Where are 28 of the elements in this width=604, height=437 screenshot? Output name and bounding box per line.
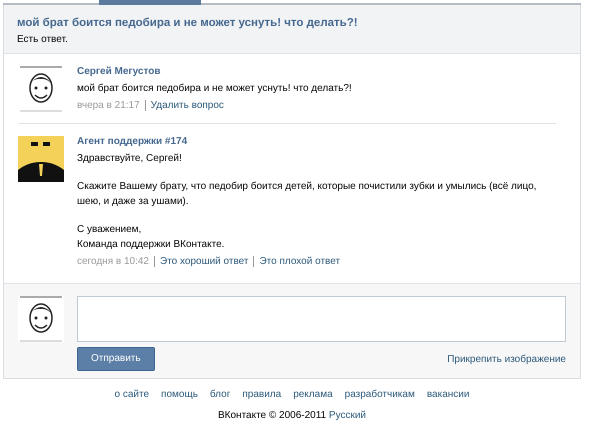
agent-avatar-icon [18, 136, 64, 182]
question-title: мой брат боится педобира и не может уснуть! что делать?! [17, 17, 359, 29]
message-text: Здравствуйте, Сергей! [77, 152, 183, 166]
footer-link[interactable]: реклама [293, 389, 333, 400]
message-text: Скажите Вашему брату, что педобир боится детей, которые почистили зубки и умылись (всё лицо, шею, и даже за ушами). [77, 180, 538, 209]
message-text: С уважением, Команда поддержки ВКонтакте. [77, 223, 226, 252]
language-link[interactable]: Русский [328, 410, 366, 421]
post-time: вчера в 21:17 [77, 100, 140, 111]
author-link[interactable]: Сергей Мегустов [77, 66, 566, 77]
attach-image-link[interactable]: Прикрепить изображение [447, 354, 566, 364]
send-button[interactable]: Отправить [77, 347, 155, 371]
footer-link[interactable]: правила [242, 389, 282, 400]
footer-link[interactable]: о сайте [114, 389, 150, 400]
footer-link[interactable]: разработчикам [344, 389, 415, 400]
post-time: сегодня в 10:42 [77, 256, 149, 267]
footer-link[interactable]: вакансии [426, 389, 470, 400]
copyright-text: ВКонтакте © 2006-2011 [218, 410, 326, 421]
action-link[interactable]: Удалить вопрос [144, 100, 224, 111]
reply-input-field[interactable] [77, 296, 566, 342]
avatar-icon [18, 66, 64, 112]
action-link[interactable]: Это хороший ответ [154, 256, 248, 267]
message-text: мой брат боится педобира и не может уснуть! что делать?! [77, 82, 353, 96]
footer-link[interactable]: помощь [161, 389, 198, 400]
question-status: Есть ответ. [17, 34, 69, 45]
footer-link[interactable]: блог [210, 389, 230, 400]
action-link[interactable]: Это плохой ответ [253, 256, 340, 267]
avatar-icon [18, 296, 64, 342]
author-link[interactable]: Агент поддержки #174 [77, 136, 556, 147]
